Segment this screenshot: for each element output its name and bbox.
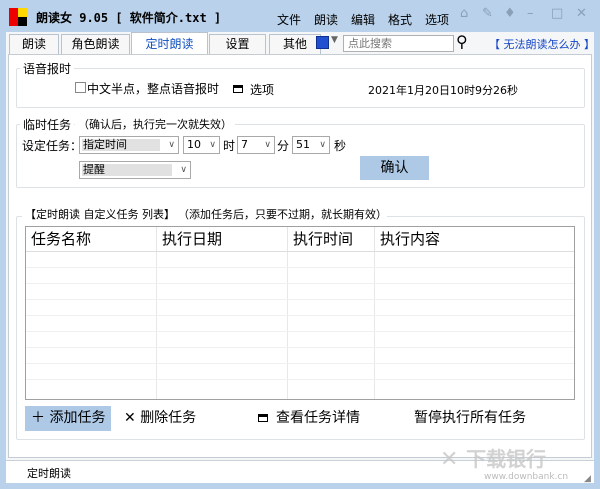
watermark-url: www.downbank.cn — [484, 472, 569, 482]
menu-file[interactable]: 文件 — [277, 11, 301, 28]
view-task-details-button[interactable]: 查看任务详情 — [252, 406, 366, 431]
task-list-label: 【定时朗读 自定义任务 列表】 — [22, 206, 178, 222]
window-title: 朗读女 9.05 [ 软件简介.txt ] — [36, 11, 222, 25]
tab-role-read[interactable]: 角色朗读 — [61, 34, 130, 54]
status-text: 定时朗读 — [27, 467, 71, 480]
plus-icon: ＋ — [31, 410, 45, 426]
tab-read[interactable]: 朗读 — [9, 34, 59, 54]
home-icon[interactable]: ⌂ — [460, 6, 468, 21]
chevron-down-icon: ∨ — [180, 165, 187, 175]
chevron-down-icon: ∨ — [209, 140, 216, 150]
menu-edit[interactable]: 编辑 — [351, 11, 375, 28]
pin-icon[interactable]: ✎ — [482, 6, 493, 21]
task-list-hint: （添加任务后，只要不过期，就长期有效） — [178, 206, 387, 222]
resize-grip-icon[interactable]: ◢ — [584, 474, 591, 484]
search-icon[interactable]: ⚲ — [456, 32, 468, 51]
confirm-button[interactable]: 确认 — [360, 156, 429, 180]
app-logo-icon — [9, 8, 27, 26]
column-header-time[interactable]: 执行时间 — [288, 227, 375, 251]
view-details-label: 查看任务详情 — [276, 410, 360, 426]
minimize-button[interactable]: – — [527, 6, 534, 21]
hour-value: 10 — [187, 138, 201, 151]
second-unit: 秒 — [334, 139, 347, 153]
skin-icon[interactable]: ♦ — [504, 6, 516, 21]
delete-task-label: 删除任务 — [140, 410, 197, 426]
minute-unit: 分 — [277, 139, 290, 153]
add-task-label: 添加任务 — [49, 410, 106, 426]
set-task-label: 设定任务： — [22, 139, 83, 153]
chevron-down-icon: ∨ — [168, 140, 175, 150]
temp-task-label: 临时任务 — [20, 116, 75, 133]
chevron-down-icon: ∨ — [264, 140, 271, 150]
minute-select[interactable]: 7 ∨ — [237, 136, 275, 154]
add-task-button[interactable]: ＋ 添加任务 — [25, 406, 112, 431]
pause-all-tasks-button[interactable]: 暂停执行所有任务 — [408, 406, 532, 431]
window-icon — [258, 414, 268, 422]
delete-task-button[interactable]: ✕ 删除任务 — [118, 406, 202, 431]
search-input[interactable] — [343, 35, 454, 52]
menu-format[interactable]: 格式 — [388, 11, 412, 28]
voice-options-button[interactable]: 选项 — [250, 81, 274, 98]
task-table[interactable]: 任务名称 执行日期 执行时间 执行内容 — [25, 226, 575, 400]
task-type-select[interactable]: 指定时间 ∨ — [79, 136, 179, 154]
help-link[interactable]: 【 无法朗读怎么办 】 — [489, 36, 595, 52]
search-engine-icon[interactable] — [316, 36, 329, 49]
menu-read[interactable]: 朗读 — [314, 11, 338, 28]
hour-unit: 时 — [223, 139, 236, 153]
chevron-down-icon[interactable]: ▼ — [331, 35, 338, 45]
tab-timed-read[interactable]: 定时朗读 — [131, 32, 208, 55]
task-type-value: 指定时间 — [83, 138, 127, 151]
column-header-date[interactable]: 执行日期 — [157, 227, 288, 251]
close-button[interactable]: ✕ — [576, 6, 587, 21]
minute-value: 7 — [241, 138, 248, 151]
maximize-button[interactable]: □ — [551, 6, 563, 21]
second-select[interactable]: 51 ∨ — [292, 136, 330, 154]
checkbox-label: 中文半点，整点语音报时 — [87, 82, 220, 96]
half-hour-checkbox[interactable] — [75, 82, 86, 93]
current-datetime: 2021年1月20日10时9分26秒 — [368, 84, 518, 97]
tab-settings[interactable]: 设置 — [209, 34, 266, 54]
column-header-content[interactable]: 执行内容 — [375, 227, 574, 251]
watermark-logo: ✕ 下载银行 — [440, 447, 547, 472]
close-icon: ✕ — [124, 410, 136, 426]
chevron-down-icon: ∨ — [319, 140, 326, 150]
menu-options[interactable]: 选项 — [425, 11, 449, 28]
second-value: 51 — [296, 138, 310, 151]
voice-group-label: 语音报时 — [20, 60, 75, 77]
tab-other[interactable]: 其他 — [269, 34, 321, 54]
hour-select[interactable]: 10 ∨ — [183, 136, 220, 154]
temp-task-hint: （确认后，执行完一次就失效） — [75, 116, 235, 132]
column-header-name[interactable]: 任务名称 — [26, 227, 157, 251]
task-action-select[interactable]: 提醒 ∨ — [79, 161, 191, 179]
window-icon — [233, 85, 243, 93]
task-action-value: 提醒 — [83, 163, 105, 176]
